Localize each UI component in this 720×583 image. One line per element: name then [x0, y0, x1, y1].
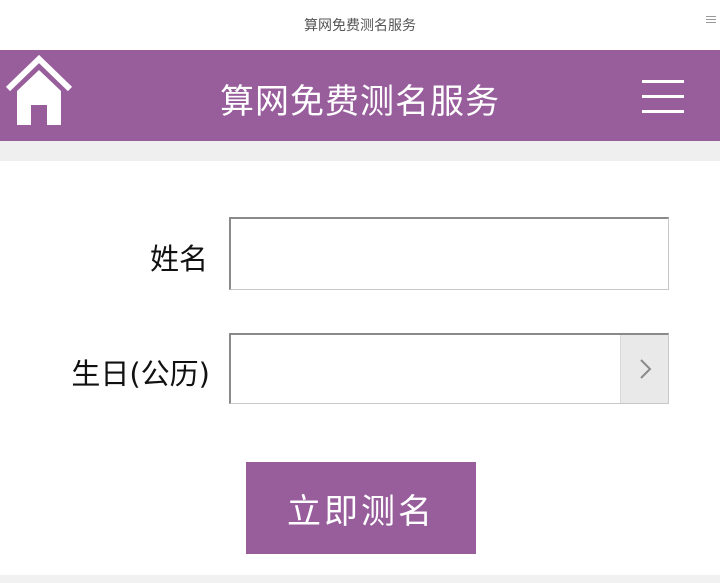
- menu-bar: [642, 95, 684, 98]
- app-header: 算网免费测名服务: [0, 50, 720, 141]
- name-label: 姓名: [149, 242, 208, 276]
- chevron-right-icon: [640, 359, 652, 379]
- menu-bar: [642, 110, 684, 113]
- footer-divider: [0, 575, 720, 583]
- name-field[interactable]: [229, 217, 669, 290]
- header-divider: [0, 141, 720, 161]
- home-button[interactable]: [4, 53, 74, 129]
- birthday-field[interactable]: [229, 333, 669, 404]
- name-input[interactable]: [231, 219, 668, 289]
- browser-title: 算网免费测名服务: [304, 18, 416, 34]
- hamburger-menu-button[interactable]: [642, 78, 684, 114]
- birthday-label: 生日(公历): [71, 357, 210, 391]
- birthday-input[interactable]: [231, 335, 621, 403]
- browser-title-bar: 算网免费测名服务: [0, 0, 720, 50]
- menu-bar: [642, 80, 684, 83]
- browser-menu-icon[interactable]: [706, 14, 718, 28]
- date-picker-button[interactable]: [620, 335, 668, 403]
- home-icon: [5, 54, 73, 125]
- page-title: 算网免费测名服务: [220, 82, 500, 122]
- submit-button[interactable]: 立即测名: [246, 462, 476, 554]
